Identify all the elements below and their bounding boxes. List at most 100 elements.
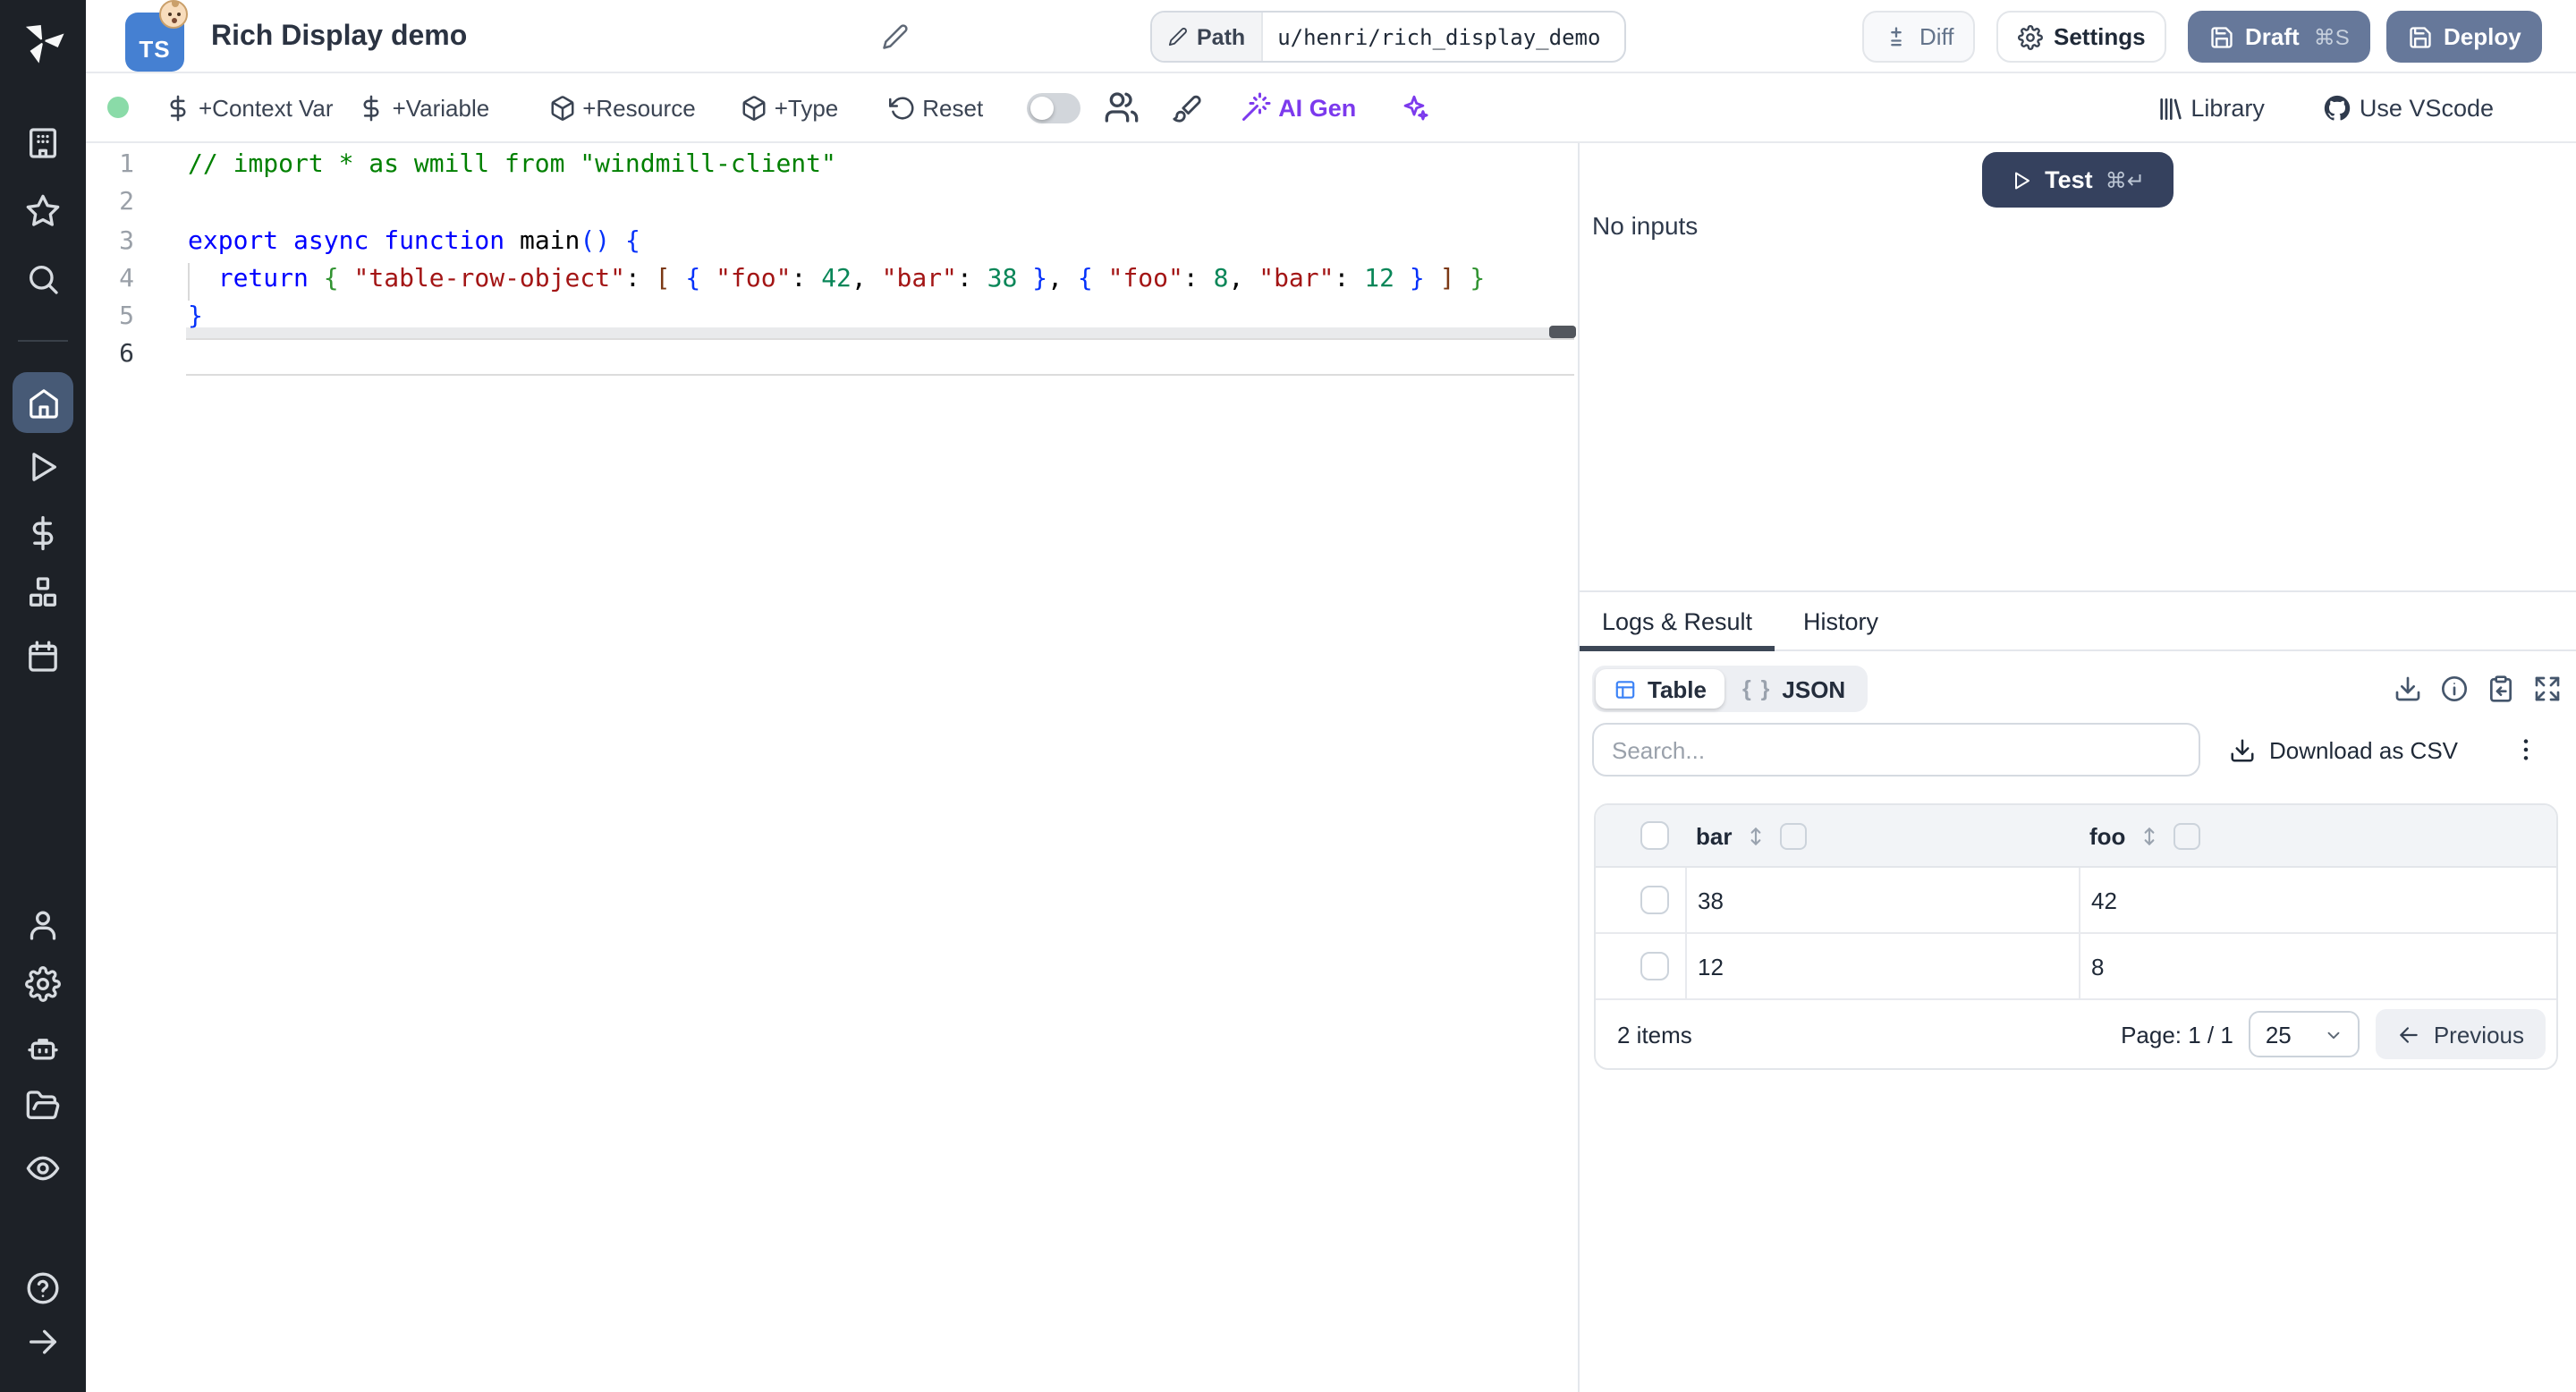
draft-button[interactable]: Draft ⌘S [2188, 11, 2371, 63]
add-type-button[interactable]: +Type [741, 94, 838, 121]
sidebar-item-cubes[interactable] [25, 574, 61, 610]
table-row[interactable]: 12 8 [1596, 934, 2556, 1000]
code-line[interactable] [188, 337, 1578, 376]
diff-mode-toggle[interactable] [1026, 92, 1080, 123]
column-option-box[interactable] [1780, 822, 1808, 849]
sidebar-item-arrow-right[interactable] [25, 1324, 61, 1360]
sidebar-item-home[interactable] [13, 372, 73, 433]
tab-history[interactable]: History [1803, 592, 1878, 651]
code-editor[interactable]: 1 2 3 4 5 6 // import * as wmill from "windmi… [86, 143, 1578, 1392]
home-icon [29, 388, 57, 418]
code-line[interactable] [188, 185, 1578, 224]
editor-gutter: 1 2 3 4 5 6 [86, 147, 134, 376]
tab-logs-result[interactable]: Logs & Result [1580, 592, 1775, 651]
run-result-panel: Test ⌘↵ No inputs Logs & Result History … [1580, 143, 2576, 1392]
sidebar-item-calendar[interactable] [25, 639, 61, 675]
copy-result-icon[interactable] [2487, 675, 2515, 703]
sort-icon[interactable] [1744, 824, 1767, 847]
line-number: 3 [119, 226, 134, 256]
info-icon[interactable] [2440, 675, 2469, 703]
line-number: 4 [119, 264, 134, 293]
path-label: Path [1197, 24, 1246, 49]
play-icon [2015, 171, 2030, 189]
search-input[interactable] [1592, 723, 2200, 777]
add-context-var-button[interactable]: +Context Var [165, 94, 334, 121]
sparkles-icon[interactable] [1399, 92, 1429, 123]
sidebar-item-robot[interactable] [25, 1031, 61, 1066]
sidebar-item-eye[interactable] [25, 1150, 61, 1186]
view-mode-json[interactable]: { } JSON [1724, 669, 1863, 709]
expand-icon[interactable] [2533, 675, 2562, 703]
code-line[interactable]: } [188, 299, 1578, 337]
windmill-logo-icon[interactable] [18, 16, 68, 66]
column-header-foo[interactable]: foo [2079, 805, 2556, 866]
line-number: 1 [119, 150, 134, 179]
users-icon[interactable] [1103, 89, 1139, 125]
sidebar-item-help[interactable] [25, 1270, 61, 1306]
line-number: 6 [119, 340, 134, 369]
download-result-icon[interactable] [2394, 675, 2422, 703]
json-braces-icon: { } [1742, 676, 1772, 701]
deploy-button[interactable]: Deploy [2386, 11, 2543, 63]
no-inputs-label: No inputs [1592, 211, 1699, 240]
previous-page-button[interactable]: Previous [2376, 1009, 2546, 1059]
result-section: Logs & Result History Table { } JSON Sea… [1580, 590, 2576, 1392]
sidebar-item-gear[interactable] [25, 966, 61, 1002]
table-cell: 8 [2079, 934, 2556, 998]
sidebar-item-search[interactable] [25, 261, 61, 297]
path-value: u/henri/rich_display_demo [1277, 24, 1601, 49]
settings-button[interactable]: Settings [1996, 11, 2167, 63]
page-title: Rich Display demo [211, 21, 468, 52]
status-dot [107, 97, 129, 118]
use-vscode-button[interactable]: Use VScode [2322, 93, 2494, 123]
sidebar-item-user[interactable] [25, 907, 61, 943]
reset-button[interactable]: Reset [888, 94, 983, 121]
column-header-bar[interactable]: bar [1685, 805, 2079, 866]
page-size-select[interactable]: 25 [2249, 1011, 2360, 1057]
select-all-checkbox[interactable] [1640, 821, 1669, 850]
path-control[interactable]: Path u/henri/rich_display_demo [1150, 11, 1626, 63]
arrow-right-icon [30, 1329, 56, 1354]
download-icon [2230, 738, 2253, 761]
column-label: foo [2089, 822, 2126, 849]
column-option-box[interactable] [2174, 822, 2201, 849]
edit-title-icon[interactable] [882, 23, 909, 50]
format-brush-icon[interactable] [1171, 92, 1201, 123]
github-icon [2324, 95, 2351, 121]
kebab-menu-icon[interactable] [2512, 735, 2540, 764]
code-line[interactable]: return { "table-row-object": [ { "foo": … [188, 261, 1578, 300]
sidebar-item-folder[interactable] [25, 1088, 61, 1124]
language-badge-label: TS [139, 36, 171, 63]
table-row[interactable]: 38 42 [1596, 868, 2556, 934]
windmill-script-editor: TS Rich Display demo Path u/henri/rich_d… [0, 0, 2576, 1392]
path-edit-button[interactable]: Path [1152, 13, 1264, 61]
sidebar [0, 0, 86, 1392]
line-number: 2 [119, 188, 134, 217]
diff-button[interactable]: Diff [1862, 11, 1976, 63]
library-button[interactable]: Library [2155, 94, 2265, 123]
rotate-ccw-icon [888, 96, 913, 119]
table-toolbar: Download as CSV [1592, 721, 2558, 778]
code-line[interactable]: export async function main() { [188, 223, 1578, 261]
add-variable-button[interactable]: +Variable [359, 94, 489, 121]
line-number: 5 [119, 302, 134, 332]
sidebar-divider [18, 340, 68, 342]
sidebar-item-play[interactable] [25, 449, 61, 485]
view-mode-table[interactable]: Table [1596, 669, 1724, 709]
code-line[interactable]: // import * as wmill from "windmill-clie… [188, 147, 1578, 185]
row-checkbox[interactable] [1640, 952, 1669, 980]
add-resource-button[interactable]: +Resource [548, 94, 696, 121]
download-csv-button[interactable]: Download as CSV [2269, 736, 2458, 763]
plus-minus-icon [1891, 26, 1902, 46]
sidebar-item-star[interactable] [25, 193, 61, 229]
sidebar-item-building[interactable] [25, 125, 61, 161]
test-button[interactable]: Test ⌘↵ [1982, 152, 2174, 208]
page-indicator: Page: 1 / 1 [2121, 1021, 2233, 1048]
ai-gen-button[interactable]: AI Gen [1239, 91, 1356, 123]
sidebar-item-dollar[interactable] [25, 515, 61, 551]
sort-icon[interactable] [2138, 824, 2161, 847]
editor-code-area[interactable]: // import * as wmill from "windmill-clie… [188, 147, 1578, 376]
indent-guide [188, 263, 190, 301]
row-checkbox[interactable] [1640, 886, 1669, 914]
draft-shortcut: ⌘S [2313, 24, 2350, 49]
